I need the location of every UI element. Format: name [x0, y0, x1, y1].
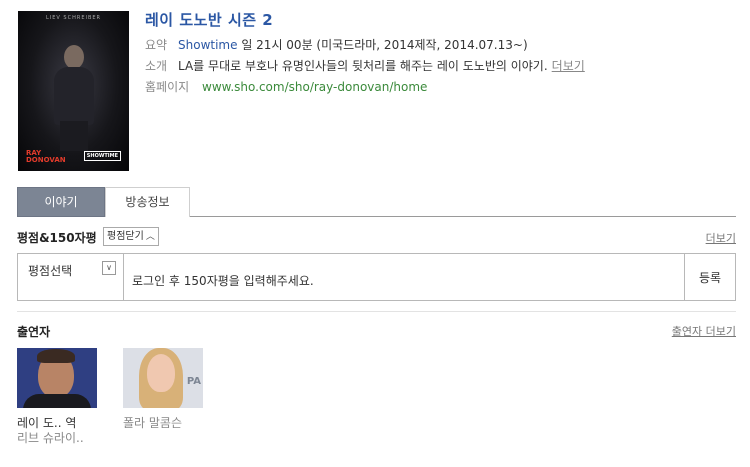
cast-shirt	[23, 394, 91, 408]
rating-header: 평점&150자평 평점닫기 ︿ 더보기	[17, 227, 736, 247]
cast-more-link[interactable]: 출연자 더보기	[672, 323, 736, 339]
cast-actor-name[interactable]: 폴라 말콤슨	[123, 416, 203, 431]
rating-select[interactable]: 평점선택 ∨	[18, 254, 124, 300]
show-title[interactable]: 레이 도노반 시즌 2	[145, 9, 273, 31]
review-input[interactable]	[126, 254, 684, 300]
show-info: 레이 도노반 시즌 2 요약 Showtime 일 21시 00분 (미국드라마,…	[145, 9, 585, 94]
rating-more-link[interactable]: 더보기	[706, 230, 736, 246]
summary-row: 요약 Showtime 일 21시 00분 (미국드라마, 2014제작, 201…	[145, 37, 528, 53]
poster-figure-body	[54, 67, 94, 125]
cast-member[interactable]: 레이 도.. 역 리브 슈라이..	[17, 348, 97, 446]
tab-story[interactable]: 이야기	[17, 187, 105, 217]
rating-select-label: 평점선택	[28, 264, 73, 278]
summary-label: 요약	[145, 38, 168, 52]
description-row: 소개 LA를 무대로 부호나 유명인사들의 뒷처리를 해주는 레이 도노반의 이야…	[145, 58, 585, 74]
poster-figure-head	[64, 45, 84, 69]
poster-figure-legs	[60, 121, 88, 151]
submit-review-button[interactable]: 등록	[684, 254, 735, 300]
description-text: LA를 무대로 부호나 유명인사들의 뒷처리를 해주는 레이 도노반의 이야기.	[178, 59, 548, 73]
fold-rating-label: 평점닫기	[107, 231, 144, 242]
poster-top-text: LIEV SCHREIBER	[45, 15, 102, 21]
cast-actor-name[interactable]: 리브 슈라이..	[17, 431, 97, 446]
cast-title: 출연자	[17, 325, 51, 339]
cast-photo-text: PA	[186, 376, 201, 387]
homepage-label: 홈페이지	[145, 80, 190, 94]
rating-title: 평점&150자평	[17, 231, 97, 245]
cast-photo[interactable]: PA	[123, 348, 203, 408]
homepage-row: 홈페이지 www.sho.com/sho/ray-donovan/home	[145, 79, 427, 95]
fold-rating-button[interactable]: 평점닫기 ︿	[103, 227, 159, 246]
section-divider	[17, 311, 736, 312]
cast-member[interactable]: PA 폴라 말콤슨	[123, 348, 203, 431]
chevron-up-icon: ︿	[145, 232, 155, 242]
tab-broadcast-info[interactable]: 방송정보	[105, 187, 190, 217]
description-more-link[interactable]: 더보기	[552, 59, 585, 73]
homepage-link[interactable]: www.sho.com/sho/ray-donovan/home	[202, 80, 427, 94]
cast-photo[interactable]	[17, 348, 97, 408]
chevron-down-icon[interactable]: ∨	[102, 261, 116, 275]
cast-face	[147, 354, 175, 392]
review-form: 평점선택 ∨ 등록	[17, 253, 736, 301]
summary-text: 일 21시 00분 (미국드라마, 2014제작, 2014.07.13~)	[237, 38, 528, 52]
description-label: 소개	[145, 59, 168, 73]
cast-character-name[interactable]: 레이 도.. 역	[17, 416, 97, 431]
poster-title: RAY DONOVAN	[26, 150, 66, 164]
poster-title-line2: DONOVAN	[26, 156, 66, 164]
show-poster[interactable]: LIEV SCHREIBER RAY DONOVAN SHOWTIME	[18, 11, 129, 171]
content-tabs: 이야기 방송정보	[17, 187, 736, 217]
poster-network-logo: SHOWTIME	[83, 151, 121, 161]
cast-hair	[37, 349, 75, 363]
channel-link[interactable]: Showtime	[178, 38, 238, 52]
